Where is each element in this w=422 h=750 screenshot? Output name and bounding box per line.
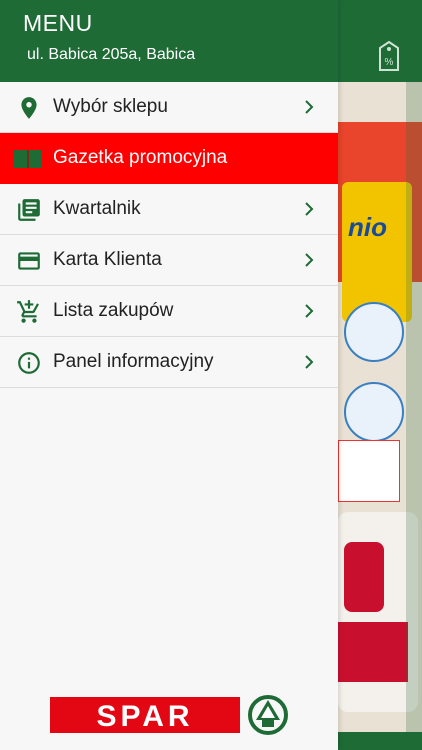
navigation-drawer: MENU ul. Babica 205a, Babica Wybór sklep…	[0, 0, 338, 750]
add-to-cart-icon	[17, 300, 39, 323]
chevron-right-icon	[305, 355, 314, 369]
location-pin-icon	[21, 97, 37, 119]
credit-card-icon	[18, 252, 40, 270]
svg-text:%: %	[385, 57, 394, 68]
spar-logo: SPAR	[50, 695, 288, 735]
menu-item-info-panel[interactable]: Panel informacyjny	[0, 337, 338, 388]
store-address: ul. Babica 205a, Babica	[27, 46, 196, 63]
menu-item-label: Panel informacyjny	[53, 351, 214, 372]
menu-item-label: Gazetka promocyjna	[53, 147, 228, 168]
drawer-header: MENU ul. Babica 205a, Babica	[0, 0, 338, 82]
flyer-icon	[14, 150, 42, 168]
background-strip	[406, 82, 422, 732]
chevron-right-icon	[305, 202, 314, 216]
library-books-icon	[18, 199, 40, 221]
background-bottom-bar	[338, 732, 422, 750]
menu-title: MENU	[23, 10, 93, 36]
chevron-right-icon	[305, 100, 314, 114]
menu-item-loyalty-card[interactable]: Karta Klienta	[0, 235, 338, 286]
menu-item-promo-flyer[interactable]: Gazetka promocyjna	[0, 133, 338, 184]
menu-item-shopping-list[interactable]: Lista zakupów	[0, 286, 338, 337]
menu-list: Wybór sklepu Gazetka promocyjna Kwartaln…	[0, 82, 338, 388]
menu-item-label: Lista zakupów	[53, 300, 174, 321]
chevron-right-icon	[305, 304, 314, 318]
menu-item-label: Wybór sklepu	[53, 96, 168, 117]
info-icon	[18, 352, 40, 374]
chevron-right-icon	[305, 253, 314, 267]
percent-tag-icon[interactable]: %	[376, 40, 402, 72]
spar-logo-text: SPAR	[96, 700, 193, 733]
menu-item-quarterly[interactable]: Kwartalnik	[0, 184, 338, 235]
menu-item-store-selection[interactable]: Wybór sklepu	[0, 82, 338, 133]
menu-item-label: Kwartalnik	[53, 198, 141, 219]
menu-item-label: Karta Klienta	[53, 249, 162, 270]
